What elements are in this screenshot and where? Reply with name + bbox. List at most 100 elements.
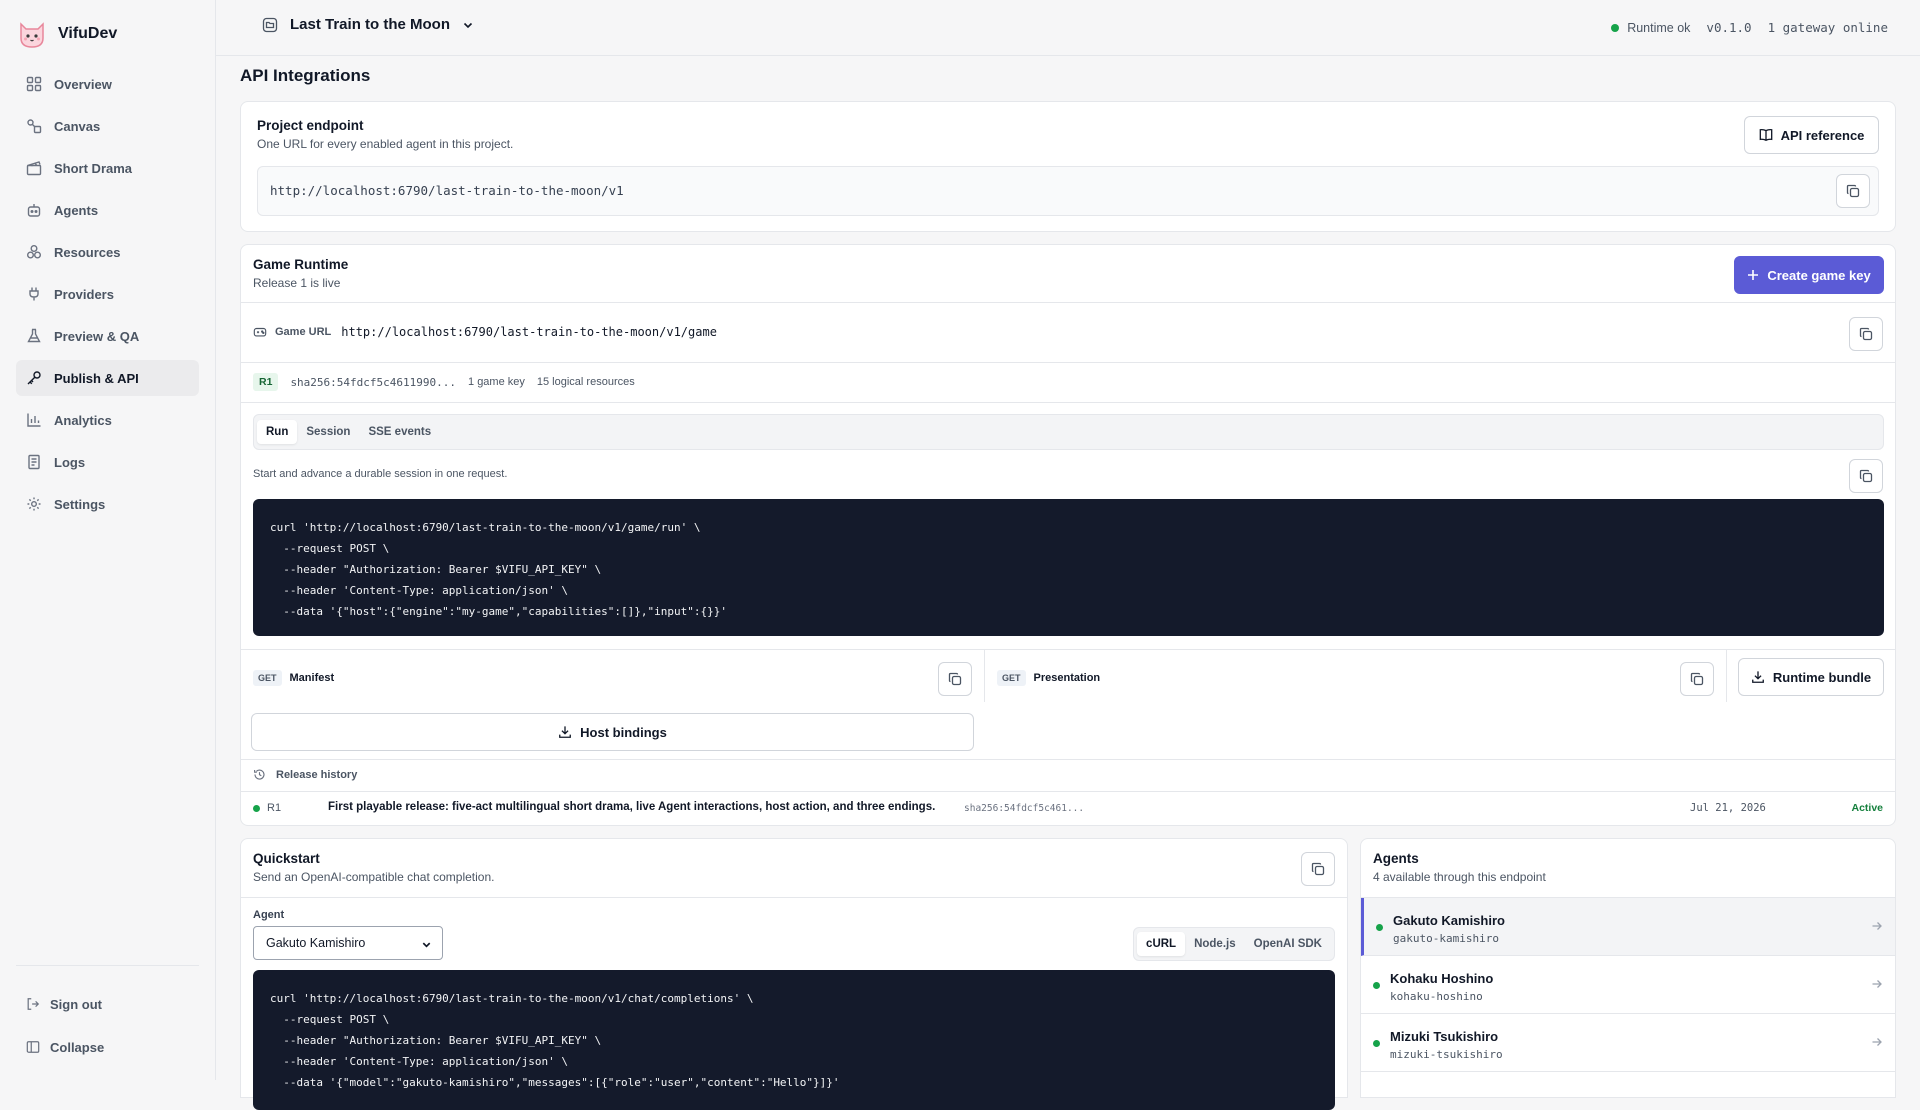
sign-out-label: Sign out (50, 996, 102, 1012)
release-badge: R1 (253, 373, 279, 391)
tab-curl[interactable]: cURL (1137, 932, 1186, 956)
sidebar-item-label: Publish & API (54, 370, 139, 386)
resource-count: 15 logical resources (536, 376, 635, 388)
game-runtime-card: Game Runtime Release 1 is live Create ga… (240, 244, 1896, 826)
quickstart-title: Quickstart (253, 851, 320, 866)
copy-icon (1846, 184, 1860, 198)
tab-openai-sdk[interactable]: OpenAI SDK (1245, 932, 1331, 956)
divider (984, 650, 985, 702)
gear-icon (27, 497, 41, 511)
project-switcher[interactable]: Last Train to the Moon (262, 16, 474, 33)
runtime-description: Start and advance a durable session in o… (253, 468, 508, 480)
version-label: v0.1.0 (1706, 20, 1752, 35)
sidebar-item-short-drama[interactable]: Short Drama (16, 150, 199, 186)
agent-status-dot (1376, 924, 1383, 931)
agents-subtitle: 4 available through this endpoint (1373, 870, 1546, 884)
arrow-right-icon (1872, 922, 1882, 930)
divider (241, 402, 1895, 403)
sidebar-item-resources[interactable]: Resources (16, 234, 199, 270)
sidebar-divider (16, 965, 199, 966)
project-title: Last Train to the Moon (290, 16, 450, 33)
agent-select[interactable]: Gakuto Kamishiro (253, 926, 443, 960)
release-info-row: R1 sha256:54fdcf5c4611990... 1 game key … (253, 373, 635, 391)
release-date: Jul 21, 2026 (1690, 802, 1766, 814)
tab-nodejs[interactable]: Node.js (1185, 932, 1245, 956)
folder-icon (262, 17, 278, 32)
endpoint-url-field[interactable]: http://localhost:6790/last-train-to-the-… (257, 166, 1879, 216)
sidebar-item-providers[interactable]: Providers (16, 276, 199, 312)
copy-game-url-button[interactable] (1849, 317, 1883, 351)
download-icon (1751, 671, 1764, 683)
agent-row-kohaku-hoshino[interactable]: Kohaku Hoshino kohaku-hoshino (1361, 956, 1895, 1014)
run-code-block[interactable]: curl 'http://localhost:6790/last-train-t… (253, 499, 1884, 636)
clapperboard-icon (26, 161, 42, 176)
presentation-row: GET Presentation (997, 670, 1100, 686)
sidebar-item-logs[interactable]: Logs (16, 444, 199, 480)
collapse-label: Collapse (50, 1039, 105, 1055)
release-hash: sha256:54fdcf5c4611990... (290, 375, 457, 389)
agent-name: Mizuki Tsukishiro (1390, 1029, 1499, 1044)
agent-name: Kohaku Hoshino (1390, 971, 1494, 986)
history-icon (254, 769, 265, 780)
copy-endpoint-button[interactable] (1836, 174, 1870, 208)
sidebar-item-canvas[interactable]: Canvas (16, 108, 199, 144)
key-icon (27, 371, 41, 385)
agent-row-mizuki-tsukishiro[interactable]: Mizuki Tsukishiro mizuki-tsukishiro (1361, 1014, 1895, 1072)
agents-card: Agents 4 available through this endpoint… (1360, 838, 1896, 1098)
sidebar-collapse-icon (26, 1041, 40, 1053)
create-game-key-button[interactable]: Create game key (1734, 256, 1884, 294)
agent-row-gakuto-kamishiro[interactable]: Gakuto Kamishiro gakuto-kamishiro (1361, 898, 1895, 956)
copy-icon (1859, 469, 1873, 483)
sidebar-item-label: Overview (54, 76, 112, 92)
project-endpoint-card: Project endpoint One URL for every enabl… (240, 101, 1896, 232)
runtime-bundle-button[interactable]: Runtime bundle (1738, 658, 1884, 696)
sidebar-item-label: Canvas (54, 118, 101, 134)
page-title: API Integrations (240, 66, 371, 85)
sidebar-item-overview[interactable]: Overview (16, 66, 199, 102)
copy-manifest-button[interactable] (938, 662, 972, 696)
cat-logo-icon (20, 22, 44, 48)
copy-quickstart-button[interactable] (1301, 852, 1335, 886)
release-history-title: Release history (276, 768, 358, 781)
sidebar-nav: Overview Canvas Short Drama Agents Resou… (16, 66, 199, 528)
brand[interactable]: VifuDev (16, 18, 117, 50)
runtime-status-bar: Runtime ok v0.1.0 1 gateway online (1611, 20, 1888, 35)
copy-run-code-button[interactable] (1849, 459, 1883, 493)
game-url-row: Game URL http://localhost:6790/last-trai… (253, 325, 717, 339)
topbar: Last Train to the Moon Runtime ok v0.1.0… (216, 0, 1920, 56)
sign-out-button[interactable]: Sign out (16, 989, 199, 1019)
divider (241, 759, 1895, 760)
manifest-row: GET Manifest (253, 670, 334, 686)
sidebar-item-analytics[interactable]: Analytics (16, 402, 199, 438)
release-status: Active (1851, 802, 1883, 814)
host-bindings-button[interactable]: Host bindings (251, 713, 974, 751)
download-icon (559, 726, 572, 738)
copy-presentation-button[interactable] (1680, 662, 1714, 696)
agent-status-dot (1373, 982, 1380, 989)
divider (241, 897, 1347, 898)
arrow-right-icon (1872, 1038, 1882, 1046)
sidebar-item-label: Resources (54, 244, 121, 260)
sidebar-item-label: Short Drama (54, 160, 133, 176)
agent-select-value: Gakuto Kamishiro (266, 936, 366, 950)
tab-session[interactable]: Session (297, 420, 359, 444)
release-row[interactable]: R1 First playable release: five-act mult… (241, 792, 1895, 826)
copy-icon (1859, 327, 1873, 341)
tab-sse-events[interactable]: SSE events (359, 420, 440, 444)
api-reference-button[interactable]: API reference (1744, 116, 1879, 154)
quickstart-code-block[interactable]: curl 'http://localhost:6790/last-train-t… (253, 970, 1335, 1110)
gateway-status: 1 gateway online (1767, 20, 1888, 35)
sidebar-item-publish-api[interactable]: Publish & API (16, 360, 199, 396)
agent-select-label: Agent (253, 909, 285, 921)
tab-run[interactable]: Run (257, 420, 298, 444)
release-tag: R1 (267, 802, 282, 814)
sidebar-item-settings[interactable]: Settings (16, 486, 199, 522)
agent-name: Gakuto Kamishiro (1393, 913, 1505, 928)
collapse-button[interactable]: Collapse (16, 1032, 199, 1062)
sidebar-item-agents[interactable]: Agents (16, 192, 199, 228)
divider (241, 302, 1895, 303)
copy-icon (948, 672, 962, 686)
bot-icon (27, 204, 41, 217)
boxes-icon (27, 245, 41, 259)
sidebar-item-preview-qa[interactable]: Preview & QA (16, 318, 199, 354)
